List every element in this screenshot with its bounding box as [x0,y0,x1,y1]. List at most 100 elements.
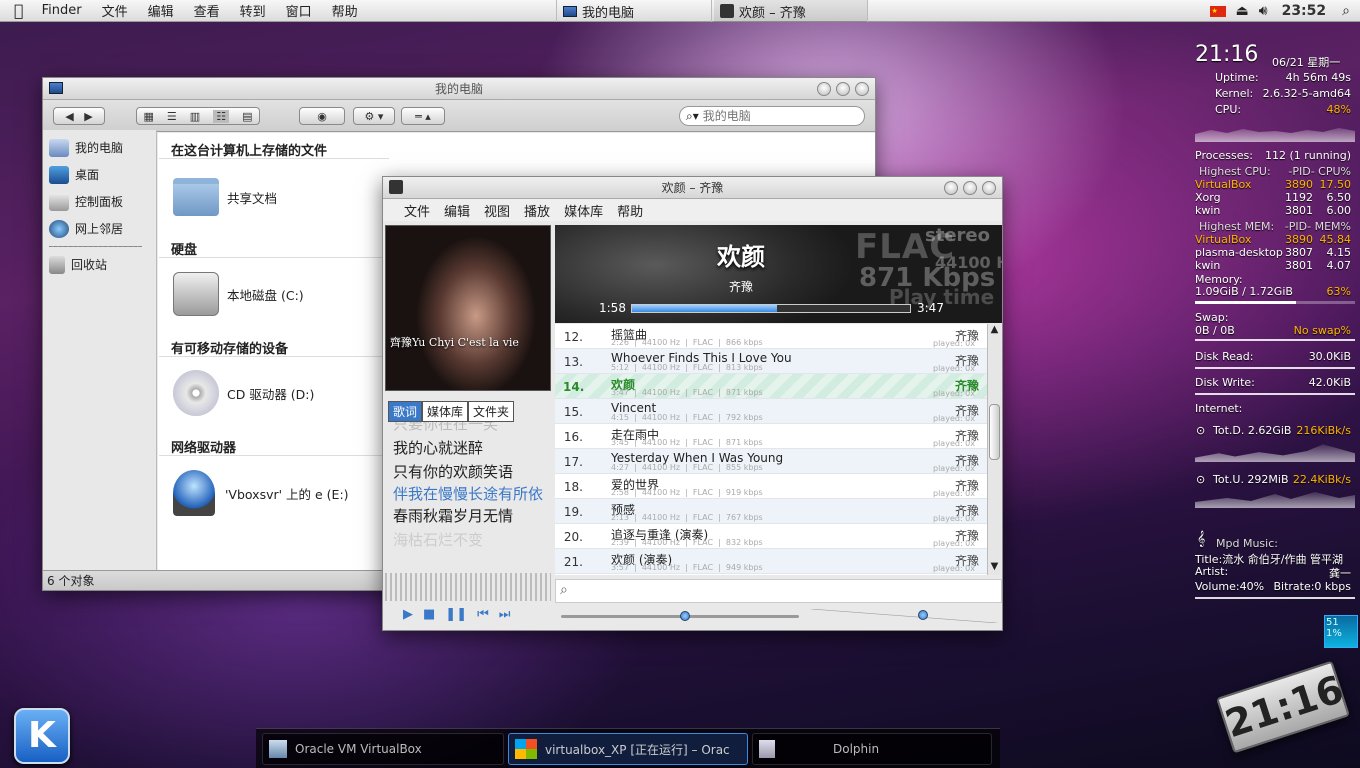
eject-icon[interactable]: ⏏ [1236,3,1249,19]
slider-knob[interactable] [917,610,928,620]
view-mode-buttons[interactable]: ▦ ☰ ▥ ☷ ▤ [136,107,260,125]
playlist-scrollbar[interactable]: ▲ ▼ [987,324,1001,575]
track-playcount: played: 0x [933,564,975,573]
taskbar-item-dolphin[interactable]: Dolphin [752,733,992,765]
scroll-down-icon[interactable]: ▼ [988,561,1001,575]
menu-edit[interactable]: 编辑 [138,1,184,20]
previous-icon[interactable]: ⏮ [477,607,489,622]
flag-icon[interactable]: ★ [1209,5,1226,17]
item-network-drive[interactable]: 'Vboxsvr' 上的 e (E:) [173,470,349,516]
finder-titlebar[interactable]: 我的电脑 [43,78,875,100]
volume-icon[interactable]: 🔊︎ [1259,3,1268,19]
player-menu-file[interactable]: 文件 [397,201,437,220]
icon-view-icon[interactable]: ▦ [144,110,154,123]
item-cd-drive[interactable]: CD 驱动器 (D:) [173,370,314,416]
process-value: 17.50 [1319,178,1352,191]
coverflow-view-icon[interactable]: ▤ [242,110,252,123]
download-icon: ⊙ [1196,424,1206,437]
detail-view-icon[interactable]: ☷ [213,109,230,123]
taskbar-item-label: Oracle VM VirtualBox [295,742,422,756]
mini-monitor-widget[interactable]: 51 1% [1324,615,1358,648]
playlist-row[interactable]: 13. Whoever Finds This I Love You 5:12 | 4… [555,349,987,374]
playlist-row[interactable]: 19. 预感 2:13 | 44100 Hz | FLAC | 767 kbps 齐豫… [555,499,987,524]
maximize-button[interactable] [836,82,850,96]
finder-sidebar: 我的电脑 桌面 控制面板 网上邻居 回收站 [43,130,157,590]
sidebar-item-label: 回收站 [71,258,108,272]
action-button[interactable]: ⚙ ▾ [353,107,395,125]
playlist-row[interactable]: 16. 走在雨中 3:45 | 44100 Hz | FLAC | 871 kbps… [555,424,987,449]
player-menu-play[interactable]: 播放 [517,201,557,220]
player-menu-library[interactable]: 媒体库 [557,201,610,220]
playlist-row-current[interactable]: 14. 欢颜 3:47 | 44100 Hz | FLAC | 871 kbps 齐豫… [555,374,987,399]
forward-icon[interactable]: ▶ [84,110,92,123]
upload-icon: ⊙ [1196,473,1206,486]
menu-help[interactable]: 帮助 [322,1,368,20]
list-view-icon[interactable]: ☰ [167,110,177,123]
tab-library[interactable]: 媒体库 [422,401,469,422]
player-menu-help[interactable]: 帮助 [610,201,650,220]
sidebar-item-network[interactable]: 网上邻居 [43,215,156,242]
playlist-row[interactable]: 12. 摇篮曲 2:26 | 44100 Hz | FLAC | 866 kbps 齐… [555,324,987,349]
value: 48% [1326,103,1351,116]
scroll-up-icon[interactable]: ▲ [988,324,1001,338]
arrange-button[interactable]: ═ ▴ [401,107,445,125]
apple-icon[interactable]:  [0,0,32,22]
playlist-row[interactable]: 18. 爱的世界 2:58 | 44100 Hz | FLAC | 919 kbps… [555,474,987,499]
search-icon[interactable]: ⌕ [1342,3,1350,19]
preview-button[interactable]: ◉ [299,107,345,125]
menu-go[interactable]: 转到 [230,1,276,20]
slider-knob[interactable] [679,611,690,621]
playlist-row[interactable]: 17. Yesterday When I Was Young 4:27 | 4410… [555,449,987,474]
item-shared-docs[interactable]: 共享文档 [173,178,277,216]
playlist-row[interactable]: 21. 欢颜 (演奏) 3:57 | 44100 Hz | FLAC | 949 k… [555,549,987,574]
item-local-disk[interactable]: 本地磁盘 (C:) [173,272,304,316]
search-input[interactable] [702,109,843,123]
clock[interactable]: 23:52 [1282,3,1327,19]
minimize-button[interactable] [817,82,831,96]
close-button[interactable] [855,82,869,96]
flip-clock-widget[interactable]: 21:16 [1216,660,1350,754]
pause-icon[interactable]: ❚❚ [445,607,467,622]
volume-slider[interactable] [811,609,997,623]
menubar-task-mycomputer[interactable]: 我的电脑 [556,0,712,22]
next-icon[interactable]: ⏭ [499,607,511,622]
sidebar-item-desktop[interactable]: 桌面 [43,161,156,188]
play-icon[interactable]: ▶ [403,607,413,622]
playlist-row[interactable]: 20. 追逐与重逢 (演奏) 2:39 | 44100 Hz | FLAC | 83… [555,524,987,549]
search-field[interactable]: ⌕▾ [679,106,865,126]
back-icon[interactable]: ◀ [65,110,73,123]
player-menu-view[interactable]: 视图 [477,201,517,220]
menu-window[interactable]: 窗口 [276,1,322,20]
track-meta: 2:39 | 44100 Hz | FLAC | 832 kbps [611,538,763,547]
sidebar-item-controlpanel[interactable]: 控制面板 [43,188,156,215]
back-forward-buttons[interactable]: ◀ ▶ [53,107,105,125]
taskbar-item-vm-xp[interactable]: virtualbox_XP [正在运行] – Orac [508,733,748,765]
playlist-filter[interactable]: ⌕ [555,579,1002,603]
playlist-row[interactable]: 15. Vincent 4:15 | 44100 Hz | FLAC | 792 k… [555,399,987,424]
minimize-button[interactable] [944,181,958,195]
tab-lyrics[interactable]: 歌词 [388,401,423,422]
playlist: 12. 摇篮曲 2:26 | 44100 Hz | FLAC | 866 kbps 齐… [555,324,987,575]
maximize-button[interactable] [963,181,977,195]
sidebar-item-mycomputer[interactable]: 我的电脑 [43,134,156,161]
menu-view[interactable]: 查看 [184,1,230,20]
cd-icon [173,370,219,416]
position-slider[interactable] [561,611,799,621]
spectrum-visualizer [385,573,551,601]
player-menu-edit[interactable]: 编辑 [437,201,477,220]
menubar-task-player[interactable]: 欢颜 – 齐豫 [714,0,868,22]
sidebar-item-trash[interactable]: 回收站 [43,251,156,278]
column-view-icon[interactable]: ▥ [190,110,200,123]
close-button[interactable] [982,181,996,195]
taskbar-item-virtualbox[interactable]: Oracle VM VirtualBox [262,733,504,765]
menu-app-finder[interactable]: Finder [32,3,92,18]
menu-file[interactable]: 文件 [92,1,138,20]
scrollbar-thumb[interactable] [989,404,1000,460]
kde-launcher-icon[interactable]: K [14,708,70,764]
tab-folders[interactable]: 文件夹 [468,401,515,422]
desktop-icon [49,165,69,184]
stop-icon[interactable]: ■ [423,607,435,622]
seek-bar[interactable] [631,304,911,313]
player-titlebar[interactable]: 欢颜 – 齐豫 [383,177,1002,199]
process-row: kwin 3801 6.00 [1195,204,1355,217]
